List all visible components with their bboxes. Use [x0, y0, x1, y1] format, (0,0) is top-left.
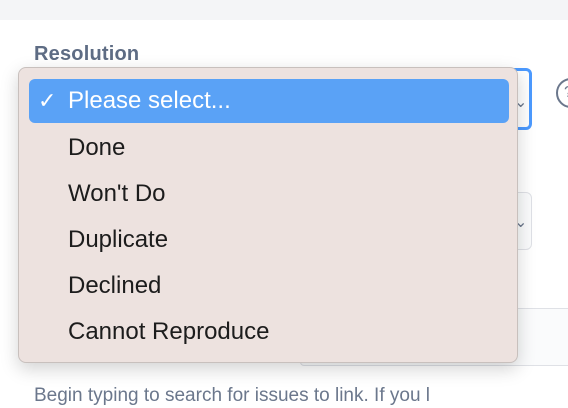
issue-link-help-text: Begin typing to search for issues to lin…	[34, 385, 431, 406]
page: Resolution ⌄ ? ⌄ Begin typing to search …	[0, 0, 568, 408]
menu-item-declined[interactable]: Declined	[29, 264, 509, 308]
resolution-label: Resolution	[34, 43, 140, 65]
menu-item-label: Won't Do	[68, 180, 166, 207]
menu-item-label: Cannot Reproduce	[68, 318, 270, 345]
menu-item-label: Duplicate	[68, 226, 169, 253]
menu-item-wont-do[interactable]: Won't Do	[29, 172, 509, 216]
menu-item-label: Please select...	[68, 87, 231, 114]
menu-item-cannot-reproduce[interactable]: Cannot Reproduce	[29, 310, 509, 354]
help-circle-icon[interactable]: ?	[556, 78, 568, 108]
header-strip	[0, 0, 568, 20]
menu-item-done[interactable]: Done	[29, 126, 509, 170]
menu-item-label: Declined	[68, 272, 162, 299]
menu-item-please-select[interactable]: ✓ Please select...	[29, 79, 509, 123]
menu-item-label: Done	[68, 134, 126, 161]
checkmark-icon: ✓	[38, 88, 57, 113]
menu-item-duplicate[interactable]: Duplicate	[29, 218, 509, 262]
resolution-dropdown-menu: ✓ Please select... Done Won't Do Duplica…	[18, 67, 518, 363]
